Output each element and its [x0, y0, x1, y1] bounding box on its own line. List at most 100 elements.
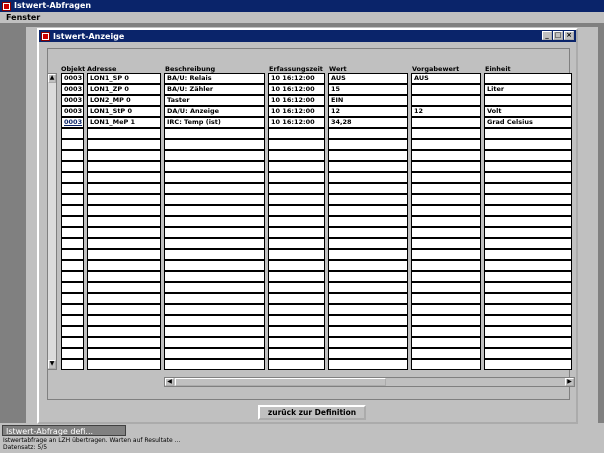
table-row[interactable] [61, 359, 575, 370]
table-cell[interactable] [268, 282, 325, 293]
table-cell[interactable] [411, 183, 481, 194]
table-cell[interactable] [164, 150, 265, 161]
table-row[interactable] [61, 337, 575, 348]
table-cell[interactable] [484, 172, 572, 183]
table-cell[interactable] [328, 348, 408, 359]
table-cell[interactable] [268, 260, 325, 271]
table-cell[interactable] [484, 260, 572, 271]
table-cell[interactable] [164, 183, 265, 194]
table-row[interactable] [61, 205, 575, 216]
table-cell[interactable] [328, 216, 408, 227]
table-cell[interactable] [268, 172, 325, 183]
table-row[interactable] [61, 348, 575, 359]
table-cell[interactable] [411, 348, 481, 359]
table-cell[interactable]: 10 16:12:00 [268, 106, 325, 117]
table-cell[interactable] [411, 205, 481, 216]
table-cell[interactable] [87, 205, 161, 216]
table-row[interactable] [61, 227, 575, 238]
table-cell[interactable] [484, 337, 572, 348]
table-cell[interactable] [268, 337, 325, 348]
table-cell[interactable] [328, 172, 408, 183]
table-cell[interactable] [61, 304, 84, 315]
table-row[interactable] [61, 172, 575, 183]
table-cell[interactable] [328, 194, 408, 205]
table-cell[interactable] [164, 238, 265, 249]
table-cell[interactable] [268, 128, 325, 139]
table-cell[interactable]: IRC: Temp (ist) [164, 117, 265, 128]
table-cell[interactable] [328, 337, 408, 348]
table-cell[interactable] [61, 205, 84, 216]
table-row[interactable] [61, 282, 575, 293]
table-row[interactable]: 0003 LON1_ZP 0 BA/U: Zähler 10 16:12:00 15 Li… [61, 84, 575, 95]
table-cell[interactable]: LON1_SP 0 [87, 73, 161, 84]
table-cell[interactable] [328, 139, 408, 150]
table-cell[interactable] [164, 315, 265, 326]
table-cell[interactable] [164, 282, 265, 293]
scroll-up-icon[interactable]: ▲ [48, 74, 56, 83]
table-cell[interactable] [61, 139, 84, 150]
table-cell[interactable] [268, 150, 325, 161]
table-cell[interactable] [411, 359, 481, 370]
table-cell[interactable] [411, 337, 481, 348]
table-cell[interactable]: Volt [484, 106, 572, 117]
table-cell[interactable] [484, 326, 572, 337]
table-cell[interactable] [268, 348, 325, 359]
table-cell[interactable] [484, 315, 572, 326]
table-cell[interactable] [164, 359, 265, 370]
table-cell[interactable] [328, 326, 408, 337]
table-cell[interactable] [268, 304, 325, 315]
table-cell[interactable] [484, 348, 572, 359]
scroll-right-icon[interactable]: ▶ [565, 378, 574, 386]
horizontal-scrollbar[interactable]: ◀ ▶ [164, 377, 575, 387]
table-row[interactable] [61, 293, 575, 304]
table-row[interactable]: 0003 LON1_SP 0 BA/U: Relais 10 16:12:00 AUS A… [61, 73, 575, 84]
table-cell[interactable] [87, 249, 161, 260]
table-cell[interactable] [484, 304, 572, 315]
table-cell[interactable]: 15 [328, 84, 408, 95]
table-row[interactable] [61, 249, 575, 260]
table-cell[interactable] [87, 227, 161, 238]
scroll-down-icon[interactable]: ▼ [48, 360, 56, 369]
table-cell[interactable] [328, 271, 408, 282]
table-cell[interactable] [61, 161, 84, 172]
table-cell[interactable] [484, 150, 572, 161]
table-cell[interactable] [61, 249, 84, 260]
table-cell[interactable] [268, 326, 325, 337]
table-cell[interactable] [87, 293, 161, 304]
table-cell[interactable] [87, 139, 161, 150]
table-cell[interactable] [87, 150, 161, 161]
table-row[interactable] [61, 139, 575, 150]
table-cell[interactable] [328, 205, 408, 216]
table-cell[interactable] [61, 172, 84, 183]
table-cell[interactable] [61, 183, 84, 194]
table-cell[interactable]: LON2_MP 0 [87, 95, 161, 106]
table-cell[interactable] [268, 183, 325, 194]
table-cell[interactable] [268, 139, 325, 150]
table-cell[interactable] [87, 194, 161, 205]
table-row[interactable] [61, 315, 575, 326]
table-cell[interactable]: 0003 [61, 117, 84, 128]
table-cell[interactable] [164, 348, 265, 359]
table-cell[interactable] [87, 304, 161, 315]
table-cell[interactable] [164, 304, 265, 315]
table-cell[interactable] [411, 315, 481, 326]
table-cell[interactable] [87, 183, 161, 194]
table-cell[interactable] [411, 216, 481, 227]
table-cell[interactable] [328, 315, 408, 326]
table-cell[interactable] [328, 359, 408, 370]
table-row[interactable] [61, 271, 575, 282]
table-cell[interactable]: LON1_ZP 0 [87, 84, 161, 95]
table-cell[interactable]: LON1_MeP 1 [87, 117, 161, 128]
maximize-button[interactable]: □ [553, 31, 563, 40]
table-cell[interactable] [61, 293, 84, 304]
table-cell[interactable]: AUS [411, 73, 481, 84]
table-cell[interactable] [61, 260, 84, 271]
table-cell[interactable] [61, 227, 84, 238]
table-row[interactable] [61, 260, 575, 271]
table-cell[interactable] [411, 95, 481, 106]
table-cell[interactable] [411, 304, 481, 315]
close-button[interactable]: × [564, 31, 574, 40]
table-cell[interactable] [484, 271, 572, 282]
table-cell[interactable] [61, 282, 84, 293]
table-cell[interactable] [164, 337, 265, 348]
